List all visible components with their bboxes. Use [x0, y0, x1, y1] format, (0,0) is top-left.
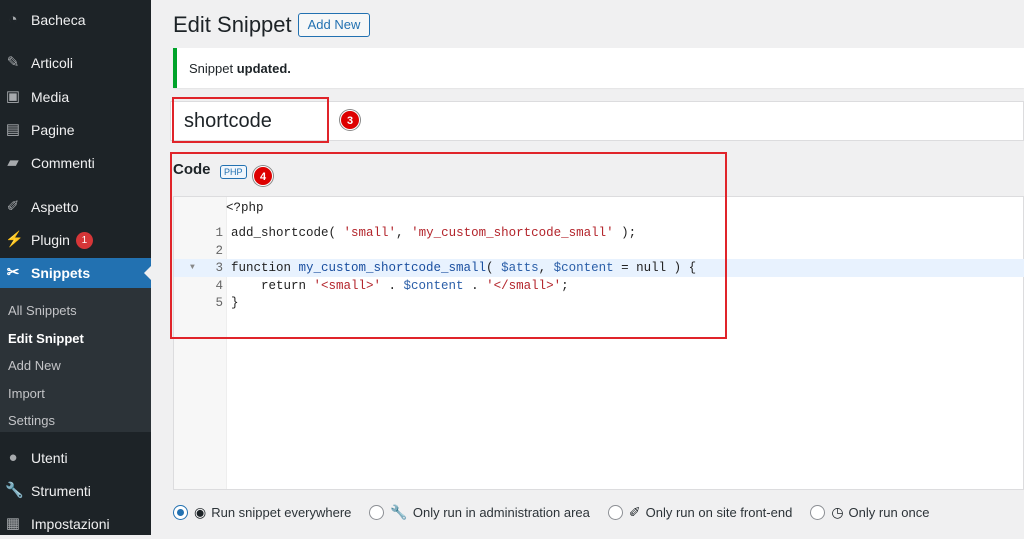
- scope-radio[interactable]: [810, 505, 826, 520]
- scope-option[interactable]: ✐ Only run on site front-end: [607, 504, 793, 521]
- sidebar-item-label: Bacheca: [31, 12, 86, 28]
- clock-icon: ◷: [831, 504, 844, 520]
- pin-icon: ✎: [6, 54, 20, 71]
- wrench-icon: 🔧: [390, 504, 408, 520]
- page-title: Edit Snippet: [173, 12, 292, 37]
- comment-icon: ▰: [7, 154, 19, 171]
- submenu-add-new[interactable]: Add New: [8, 358, 61, 373]
- scope-label: Only run on site front-end: [645, 505, 793, 520]
- brush-icon: ✐: [628, 504, 641, 520]
- sidebar-item-pagine[interactable]: ▤ Pagine: [0, 115, 151, 145]
- sidebar-item-aspetto[interactable]: ✐ Aspetto: [0, 192, 151, 222]
- scope-label: Only run once: [848, 505, 930, 520]
- wrench-icon: 🔧: [5, 482, 24, 499]
- submenu-import[interactable]: Import: [8, 386, 45, 401]
- settings-icon: ▦: [5, 515, 21, 532]
- brush-icon: ✐: [6, 198, 20, 215]
- update-count-badge: 1: [75, 231, 93, 249]
- sidebar-item-label: Media: [31, 89, 70, 105]
- pages-icon: ▤: [5, 121, 21, 138]
- annotation-badge-4: 4: [253, 166, 273, 186]
- sidebar-item-media[interactable]: ▣ Media: [0, 82, 151, 112]
- sidebar-item-plugin[interactable]: ⚡ Plugin 1: [0, 225, 151, 255]
- snippets-submenu: All Snippets Edit Snippet Add New Import Set…: [0, 288, 151, 432]
- user-icon: ●: [8, 449, 18, 466]
- scope-label: Only run in administration area: [412, 505, 590, 520]
- sidebar-item-utenti[interactable]: ● Utenti: [0, 443, 151, 473]
- media-icon: ▣: [5, 88, 21, 105]
- sidebar-item-label: Articoli: [31, 55, 74, 71]
- scope-option[interactable]: 🔧 Only run in administration area: [369, 504, 590, 521]
- sidebar-item-label: Snippets: [31, 265, 91, 281]
- submenu-settings[interactable]: Settings: [8, 413, 55, 428]
- submenu-all-snippets[interactable]: All Snippets: [8, 303, 77, 318]
- sidebar-item-label: Strumenti: [31, 483, 91, 499]
- sidebar-item-articoli[interactable]: ✎ Articoli: [0, 48, 151, 78]
- scope-option[interactable]: ◷ Only run once: [810, 504, 929, 521]
- plugin-icon: ⚡: [5, 231, 24, 248]
- submenu-edit-snippet[interactable]: Edit Snippet: [8, 331, 84, 346]
- sidebar-item-label: Impostazioni: [31, 516, 110, 532]
- scope-options: ◉ Run snippet everywhere 🔧 Only run in admi…: [173, 504, 947, 521]
- scope-option[interactable]: ◉ Run snippet everywhere: [173, 504, 351, 521]
- sidebar-item-label: Pagine: [31, 122, 75, 138]
- sidebar-item-strumenti[interactable]: 🔧 Strumenti: [0, 476, 151, 506]
- sidebar-item-label: Aspetto: [31, 199, 79, 215]
- sidebar-item-commenti[interactable]: ▰ Commenti: [0, 148, 151, 178]
- sidebar-item-label: Utenti: [31, 450, 68, 466]
- current-arrow: [137, 266, 151, 280]
- add-new-button[interactable]: Add New: [298, 13, 370, 37]
- update-notice: Snippet updated.: [173, 48, 1024, 88]
- scope-radio[interactable]: [173, 505, 188, 520]
- sidebar-item-bacheca[interactable]: ◔ Bacheca: [0, 5, 151, 35]
- notice-prefix: Snippet: [189, 61, 234, 76]
- scope-label: Run snippet everywhere: [211, 505, 352, 520]
- admin-sidebar: ◔ Bacheca ✎ Articoli ▣ Media ▤ Pagine ▰ Commenti ✐…: [0, 0, 151, 535]
- scope-radio[interactable]: [369, 505, 385, 520]
- globe-icon: ◉: [194, 504, 207, 520]
- sidebar-item-snippets[interactable]: ✂ Snippets: [0, 258, 151, 288]
- scissors-icon: ✂: [6, 264, 20, 281]
- annotation-badge-3: 3: [340, 110, 360, 130]
- sidebar-item-label: Plugin: [31, 232, 70, 248]
- annotation-box-3: [172, 97, 329, 143]
- dashboard-icon: ◔: [8, 11, 18, 28]
- scope-radio[interactable]: [607, 505, 623, 520]
- sidebar-item-label: Commenti: [31, 155, 95, 171]
- notice-bold: updated.: [236, 61, 291, 76]
